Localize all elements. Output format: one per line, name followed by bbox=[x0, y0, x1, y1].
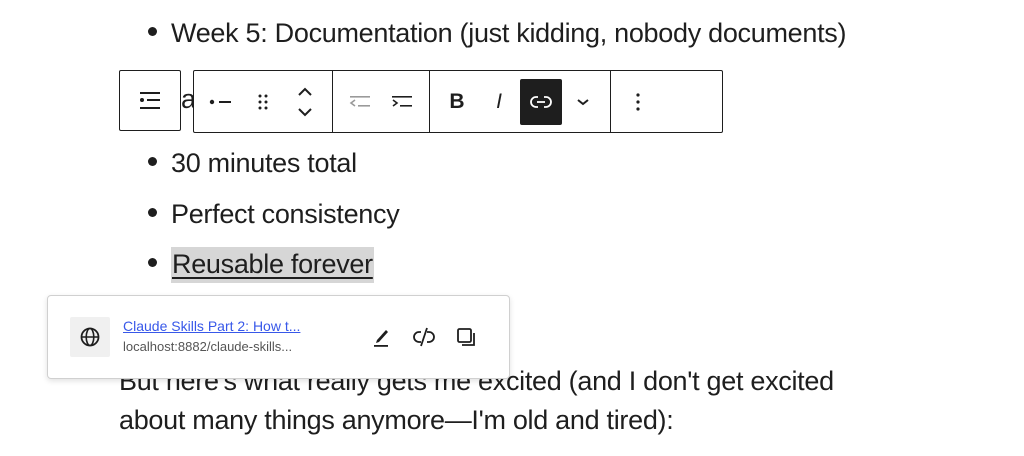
options-button[interactable] bbox=[617, 79, 659, 125]
list-item[interactable]: Week 5: Documentation (just kidding, nob… bbox=[148, 16, 846, 50]
editor-canvas: Week 5: Documentation (just kidding, nob… bbox=[0, 0, 1024, 456]
italic-label: I bbox=[496, 89, 502, 113]
toolbar-group-block bbox=[194, 71, 333, 132]
chevron-down-icon bbox=[577, 98, 589, 105]
bullet-icon bbox=[148, 157, 157, 167]
link-actions bbox=[368, 322, 480, 352]
link-url: localhost:8882/claude-skills... bbox=[123, 339, 293, 354]
list-item-selected[interactable]: Reusable forever bbox=[148, 247, 374, 283]
indent-button[interactable] bbox=[381, 79, 423, 125]
paragraph-text: about many things anymore—I'm old and ti… bbox=[119, 405, 674, 435]
link-button[interactable] bbox=[520, 78, 562, 125]
bullet-icon bbox=[148, 258, 157, 268]
copy-icon bbox=[457, 328, 475, 346]
italic-button[interactable]: I bbox=[478, 79, 520, 125]
paragraph-line[interactable]: about many things anymore—I'm old and ti… bbox=[119, 401, 674, 439]
link-title[interactable]: Claude Skills Part 2: How t... bbox=[123, 318, 300, 334]
list-view-icon bbox=[140, 91, 160, 109]
selected-link-text[interactable]: Reusable forever bbox=[171, 247, 374, 283]
globe-icon bbox=[70, 317, 110, 357]
bold-button[interactable]: B bbox=[436, 79, 478, 125]
toolbar-group-indent bbox=[333, 71, 430, 132]
block-toolbar: B I bbox=[193, 70, 723, 133]
cropped-previous-line bbox=[330, 0, 930, 2]
bold-label: B bbox=[449, 89, 465, 113]
more-formatting-button[interactable] bbox=[562, 79, 604, 125]
toolbar-group-format: B I bbox=[430, 71, 611, 132]
list-item-text: 30 minutes total bbox=[171, 148, 357, 178]
paragraph-text: excited (and I don't get excited bbox=[470, 366, 834, 396]
list-item[interactable]: 30 minutes total bbox=[148, 146, 357, 180]
drag-icon bbox=[258, 94, 268, 109]
link-icon bbox=[530, 95, 552, 108]
outdent-icon bbox=[349, 95, 370, 107]
block-type-list-button[interactable] bbox=[119, 70, 181, 131]
list-item-text: Week 5: Documentation (just kidding, nob… bbox=[171, 18, 847, 48]
unlink-button[interactable] bbox=[410, 322, 438, 352]
list-item[interactable]: Perfect consistency bbox=[148, 197, 400, 231]
outdent-button[interactable] bbox=[339, 79, 381, 125]
move-up-down-button[interactable] bbox=[284, 79, 326, 125]
more-vertical-icon bbox=[636, 92, 640, 111]
edit-link-button[interactable] bbox=[368, 322, 396, 352]
list-item-text: Perfect consistency bbox=[171, 199, 400, 229]
bullet-icon bbox=[148, 208, 157, 218]
bullet-list-icon bbox=[209, 99, 231, 104]
indent-icon bbox=[392, 95, 412, 107]
drag-handle[interactable] bbox=[242, 79, 284, 125]
chevron-up-down-icon bbox=[298, 87, 312, 116]
bullet-icon bbox=[148, 27, 157, 37]
link-preview-popover: Claude Skills Part 2: How t... localhost… bbox=[47, 295, 510, 379]
unlink-icon bbox=[413, 327, 435, 347]
list-style-button[interactable] bbox=[200, 79, 242, 125]
copy-link-button[interactable] bbox=[452, 322, 480, 352]
toolbar-group-options bbox=[611, 71, 665, 132]
pencil-icon bbox=[374, 330, 388, 347]
